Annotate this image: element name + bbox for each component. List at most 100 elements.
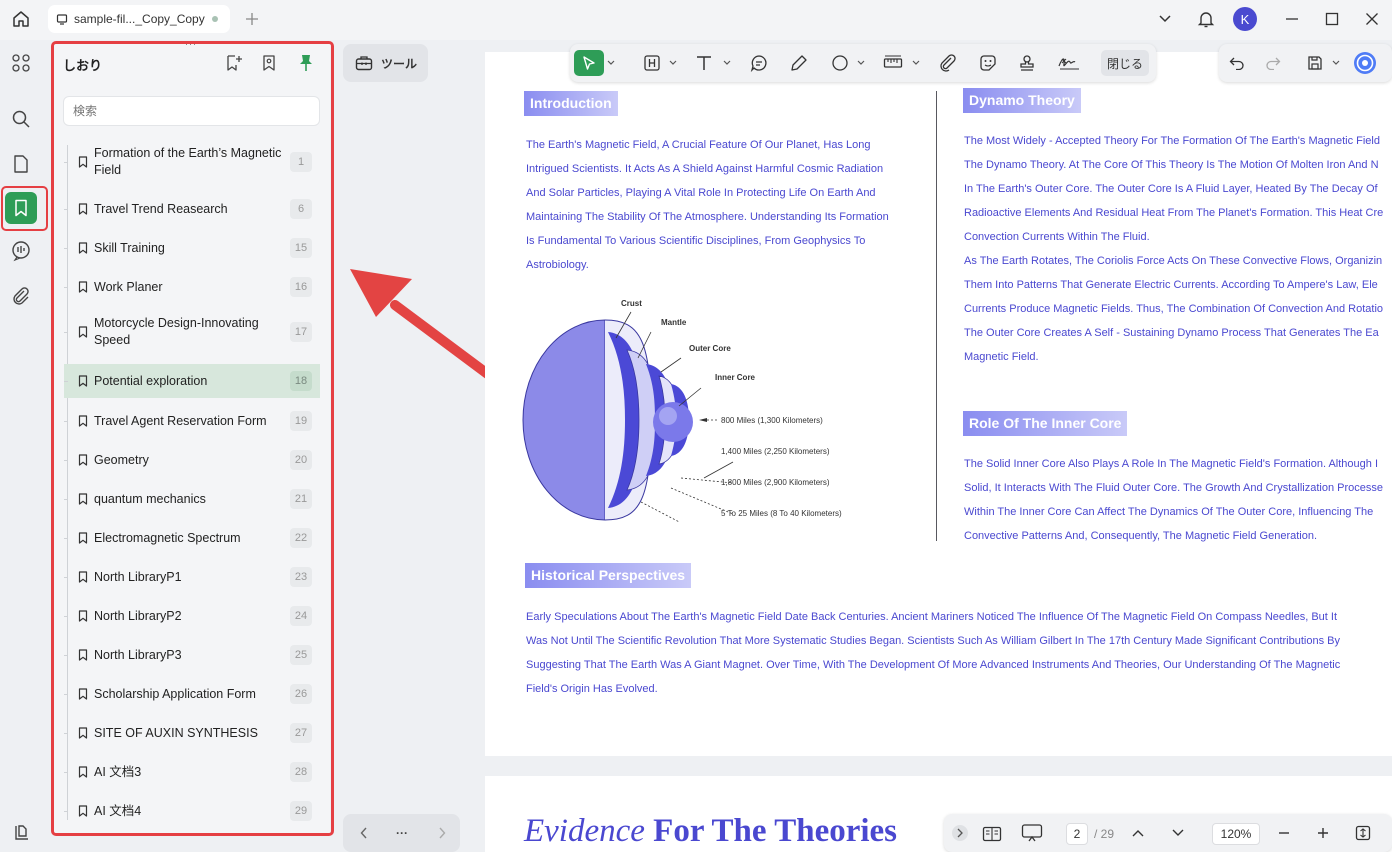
bookmark-icon — [78, 649, 88, 661]
bookmark-label: North LibraryP1 — [94, 569, 182, 584]
bookmark-item[interactable]: Potential exploration 18 — [64, 364, 320, 398]
close-toolbar-button[interactable]: 閉じる — [1101, 50, 1149, 76]
ai-assistant-icon[interactable] — [1351, 50, 1379, 76]
bell-icon[interactable] — [1196, 8, 1216, 30]
new-tab-icon[interactable] — [243, 10, 261, 28]
bookmark-icon — [78, 805, 88, 817]
previous-page-icon[interactable] — [1130, 825, 1146, 841]
comment-note-icon[interactable] — [747, 50, 771, 76]
bookmark-item[interactable]: quantum mechanics 21 — [64, 480, 320, 518]
bookmark-item[interactable]: North LibraryP1 23 — [64, 558, 320, 596]
close-window-icon[interactable] — [1363, 10, 1381, 28]
text-line: Currents Produce Magnetic Fields. Thus, … — [964, 303, 1384, 315]
measure-ruler-icon[interactable] — [881, 50, 905, 76]
chevron-left-icon[interactable] — [357, 825, 371, 841]
heading-inner-core: Role Of The Inner Core — [963, 411, 1128, 436]
paperclip-icon[interactable] — [5, 280, 37, 312]
page-layout-icon[interactable] — [981, 823, 1003, 845]
bookmark-label: Travel Trend Reasearch — [94, 201, 228, 216]
text-line: Within The Inner Core Can Affect The Dyn… — [964, 506, 1374, 518]
signature-icon[interactable] — [1055, 50, 1083, 76]
search-icon[interactable] — [5, 103, 37, 135]
bookmark-page-number: 16 — [290, 277, 312, 297]
bookmark-item[interactable]: North LibraryP3 25 — [64, 636, 320, 674]
bookmark-search-input[interactable] — [63, 96, 320, 126]
redo-icon[interactable] — [1261, 50, 1285, 76]
bookmark-icon — [78, 454, 88, 466]
document-tab[interactable]: sample-fil..._Copy_Copy — [48, 5, 230, 33]
panel-drag-handle[interactable]: ··· — [183, 40, 199, 49]
text-line: Early Speculations About The Earth's Mag… — [526, 611, 1338, 623]
text-line: Astrobiology. — [526, 259, 589, 271]
tools-button[interactable]: ツール — [343, 44, 428, 82]
more-button[interactable]: ··· — [391, 825, 413, 841]
page2-title-italic: Evidence — [524, 813, 645, 849]
presentation-icon[interactable] — [1020, 823, 1044, 843]
comment-icon[interactable] — [5, 235, 37, 267]
tree-connector — [64, 209, 68, 210]
text-tool-icon[interactable] — [692, 50, 716, 76]
bookmark-item[interactable]: AI 文档3 28 — [64, 753, 320, 791]
next-page-icon[interactable] — [1170, 825, 1186, 841]
undo-icon[interactable] — [1225, 50, 1249, 76]
select-cursor-icon[interactable] — [574, 50, 604, 76]
save-icon[interactable] — [1303, 50, 1327, 76]
shape-circle-icon[interactable] — [828, 50, 852, 76]
zoom-out-icon[interactable] — [1276, 825, 1292, 841]
bookmark-item[interactable]: Geometry 20 — [64, 441, 320, 479]
current-page-input[interactable]: 2 — [1066, 823, 1088, 845]
title-bar: sample-fil..._Copy_Copy K — [0, 0, 1392, 40]
sticker-icon[interactable] — [976, 50, 1000, 76]
text-line: Radioactive Elements And Residual Heat F… — [964, 207, 1384, 219]
text-line: Magnetic Field. — [964, 351, 1039, 363]
maximize-icon[interactable] — [1323, 10, 1341, 28]
text-line: Intrigued Scientists. It Acts As A Shiel… — [526, 163, 884, 175]
pin-icon[interactable] — [296, 53, 316, 73]
chevron-down-icon[interactable] — [606, 50, 616, 76]
bookmark-item[interactable]: SITE OF AUXIN SYNTHESIS 27 — [64, 714, 320, 752]
bookmark-item[interactable]: Skill Training 15 — [64, 229, 320, 267]
grid-icon[interactable] — [5, 47, 37, 79]
chevron-down-icon[interactable] — [1156, 10, 1174, 28]
page-nav-box: ··· — [343, 814, 460, 852]
bookmark-page-number: 27 — [290, 723, 312, 743]
tree-connector — [64, 287, 68, 288]
collapse-chevron-icon[interactable] — [952, 825, 968, 841]
bookmark-page-number: 28 — [290, 762, 312, 782]
bookmark-label: North LibraryP3 — [94, 647, 182, 662]
add-bookmark-icon[interactable] — [224, 53, 244, 73]
bookmark-settings-icon[interactable] — [259, 53, 279, 73]
fit-page-icon[interactable] — [1354, 824, 1372, 842]
pen-icon[interactable] — [787, 50, 811, 76]
bookmark-item[interactable]: AI 文档4 29 — [64, 792, 320, 830]
highlight-icon[interactable] — [640, 50, 664, 76]
bookmark-item[interactable]: Motorcycle Design-Innovating Speed 17 — [64, 307, 320, 357]
tree-connector — [64, 538, 68, 539]
stamp-icon[interactable] — [1015, 50, 1039, 76]
chevron-down-icon[interactable] — [1331, 50, 1341, 76]
bookmark-item[interactable]: Travel Trend Reasearch 6 — [64, 190, 320, 228]
chevron-down-icon[interactable] — [668, 50, 678, 76]
pages-icon[interactable] — [5, 148, 37, 180]
bookmark-icon — [78, 610, 88, 622]
bookmark-item[interactable]: Formation of the Earth’s Magnetic Field 1 — [64, 143, 320, 181]
chevron-right-icon[interactable] — [435, 825, 449, 841]
zoom-in-icon[interactable] — [1315, 825, 1331, 841]
bookmark-item[interactable]: Work Planer 16 — [64, 268, 320, 306]
home-icon[interactable] — [10, 8, 32, 30]
bookmark-item[interactable]: Travel Agent Reservation Form 19 — [64, 402, 320, 440]
bookmark-item[interactable]: Electromagnetic Spectrum 22 — [64, 519, 320, 557]
avatar[interactable]: K — [1233, 7, 1257, 31]
chevron-down-icon[interactable] — [856, 50, 866, 76]
minimize-icon[interactable] — [1283, 10, 1301, 28]
bookmark-icon — [78, 203, 88, 215]
attachment-icon[interactable] — [936, 50, 960, 76]
bookmark-item[interactable]: Scholarship Application Form 26 — [64, 675, 320, 713]
bookmark-icon — [78, 493, 88, 505]
chevron-down-icon[interactable] — [722, 50, 732, 76]
layers-icon[interactable] — [5, 817, 37, 849]
bookmark-item[interactable]: North LibraryP2 24 — [64, 597, 320, 635]
bookmark-icon — [78, 326, 88, 338]
chevron-down-icon[interactable] — [911, 50, 921, 76]
zoom-level-input[interactable]: 120% — [1212, 823, 1260, 845]
